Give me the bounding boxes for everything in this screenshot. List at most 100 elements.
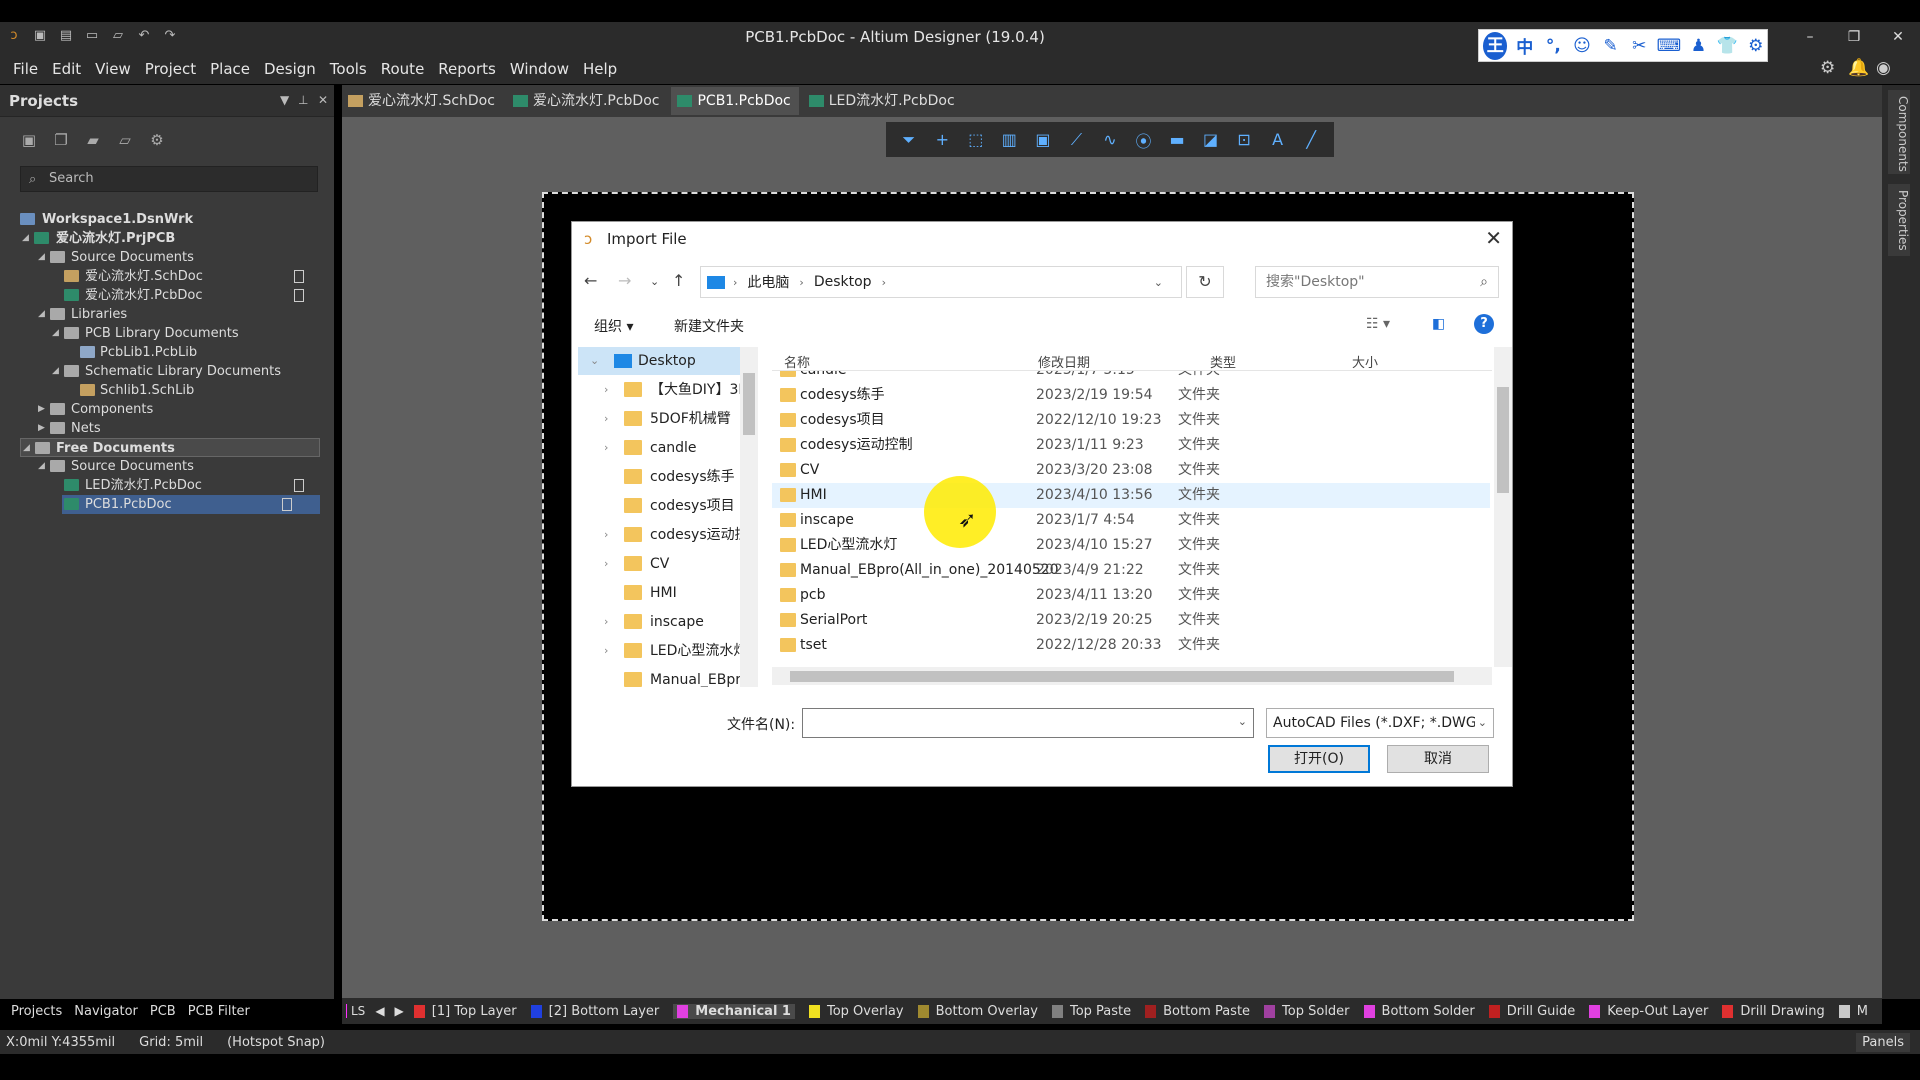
tree-item-source-documents[interactable]: ◢ Source Documents <box>0 248 334 267</box>
components-side-tab[interactable]: Components <box>1888 90 1910 174</box>
current-layer-swatch[interactable] <box>346 1004 347 1018</box>
panels-button[interactable]: Panels <box>1856 1033 1910 1052</box>
nav-item-folder[interactable]: › LED心型流水灯 <box>578 637 758 665</box>
layer-top-paste[interactable]: Top Paste <box>1051 1004 1131 1019</box>
scrollbar-thumb[interactable] <box>1497 387 1509 493</box>
chevron-right-icon[interactable]: › <box>604 434 608 462</box>
properties-side-tab[interactable]: Properties <box>1888 184 1910 256</box>
nav-item-folder[interactable]: Manual_EBpro <box>578 666 758 687</box>
chevron-right-icon[interactable]: › <box>604 376 608 404</box>
column-type[interactable]: 类型 <box>1210 352 1236 371</box>
menu-window[interactable]: Window <box>503 60 576 78</box>
fill-icon[interactable]: ▬ <box>1166 130 1188 149</box>
file-row[interactable]: codesys运动控制 2023/1/11 9:23 文件夹 <box>772 433 1490 458</box>
chevron-right-icon[interactable]: › <box>604 521 608 549</box>
nav-item-folder[interactable]: › CV <box>578 550 758 578</box>
collapse-arrow-icon[interactable]: ◢ <box>23 439 33 458</box>
menu-help[interactable]: Help <box>576 60 624 78</box>
tab-projects[interactable]: Projects <box>5 1004 68 1019</box>
tree-item-schlib[interactable]: Schlib1.SchLib <box>0 381 334 400</box>
tree-item-workspace[interactable]: Workspace1.DsnWrk <box>0 210 334 229</box>
doc-tab-led-pcbdoc[interactable]: LED流水灯.PcbDoc <box>803 87 963 115</box>
file-row[interactable]: CV 2023/3/20 23:08 文件夹 <box>772 458 1490 483</box>
layer-set-button[interactable]: LS <box>351 1004 365 1018</box>
dialog-close-icon[interactable]: ✕ <box>1485 226 1502 250</box>
address-bar[interactable]: › 此电脑 › Desktop › ⌄ <box>700 266 1182 298</box>
nav-item-folder[interactable]: codesys练手 <box>578 463 758 491</box>
nav-pane-scrollbar[interactable] <box>740 347 758 687</box>
line-icon[interactable]: ╱ <box>1300 130 1322 149</box>
folder-icon[interactable]: ▰ <box>84 131 102 149</box>
layer-top-overlay[interactable]: Top Overlay <box>808 1004 904 1019</box>
text-icon[interactable]: A <box>1267 130 1289 149</box>
layer-bottom-overlay[interactable]: Bottom Overlay <box>917 1004 1038 1019</box>
column-date[interactable]: 修改日期 <box>1038 352 1090 371</box>
diff-pair-icon[interactable]: ∿ <box>1099 130 1121 149</box>
copy-icon[interactable]: ❐ <box>52 131 70 149</box>
nav-item-folder[interactable]: › 【大鱼DIY】3D <box>578 376 758 404</box>
nav-item-folder[interactable]: › inscape <box>578 608 758 636</box>
ime-tools-icon[interactable]: ✂ <box>1628 36 1651 56</box>
layer-next-icon[interactable]: ▶ <box>395 1004 404 1018</box>
tree-item-pcb1-pcbdoc[interactable]: PCB1.PcbDoc <box>62 495 320 514</box>
ime-skin-icon[interactable]: 👕 <box>1716 36 1739 56</box>
ime-pen-icon[interactable]: ✎ <box>1599 36 1622 56</box>
breadcrumb-separator-icon[interactable]: › <box>799 276 803 289</box>
file-row[interactable]: SerialPort 2023/2/19 20:25 文件夹 <box>772 608 1490 633</box>
tree-item-components[interactable]: ▶ Components <box>0 400 334 419</box>
file-row[interactable]: inscape 2023/1/7 4:54 文件夹 <box>772 508 1490 533</box>
expand-arrow-icon[interactable]: ▶ <box>38 419 48 438</box>
tab-navigator[interactable]: Navigator <box>68 1004 144 1019</box>
tree-item-led-pcbdoc[interactable]: LED流水灯.PcbDoc <box>0 476 334 495</box>
chevron-right-icon[interactable]: › <box>604 637 608 665</box>
save-project-icon[interactable]: ▣ <box>20 131 38 149</box>
chevron-down-icon[interactable]: ⌄ <box>1238 715 1247 728</box>
open-button[interactable]: 打开(O) <box>1268 745 1370 773</box>
column-size[interactable]: 大小 <box>1352 352 1378 371</box>
notifications-bell-icon[interactable]: 🔔 <box>1848 58 1869 78</box>
column-name[interactable]: 名称 <box>784 352 810 371</box>
collapse-arrow-icon[interactable]: ◢ <box>38 457 48 476</box>
new-folder-button[interactable]: 新建文件夹 <box>674 316 744 336</box>
ime-settings-icon[interactable]: ⚙ <box>1744 36 1767 56</box>
file-row-hmi[interactable]: HMI 2023/4/10 13:56 文件夹 <box>772 483 1490 508</box>
address-dropdown-icon[interactable]: ⌄ <box>1154 276 1163 289</box>
collapse-arrow-icon[interactable]: ◢ <box>22 229 32 248</box>
nav-item-folder[interactable]: › codesys运动控制 <box>578 521 758 549</box>
layer-bottom-solder[interactable]: Bottom Solder <box>1363 1004 1475 1019</box>
scrollbar-thumb[interactable] <box>743 373 755 435</box>
menu-project[interactable]: Project <box>138 60 203 78</box>
collapse-arrow-icon[interactable]: ◢ <box>52 324 62 343</box>
file-list-horizontal-scrollbar[interactable] <box>772 667 1492 685</box>
nav-item-folder[interactable]: HMI <box>578 579 758 607</box>
menu-edit[interactable]: Edit <box>45 60 88 78</box>
ime-emoji-icon[interactable]: ☺ <box>1571 36 1594 56</box>
ime-chinese-toggle[interactable]: 中 <box>1513 33 1536 58</box>
tree-item-libraries[interactable]: ◢ Libraries <box>0 305 334 324</box>
tab-pcb-filter[interactable]: PCB Filter <box>182 1004 256 1019</box>
refresh-button[interactable]: ↻ <box>1186 266 1224 298</box>
via-icon[interactable]: ⦿ <box>1132 128 1154 152</box>
tree-item-free-source-documents[interactable]: ◢ Source Documents <box>0 457 334 476</box>
layer-prev-icon[interactable]: ◀ <box>375 1004 384 1018</box>
crosshair-icon[interactable]: + <box>931 130 953 149</box>
layer-multi-layer[interactable]: M <box>1838 1004 1868 1019</box>
organize-button[interactable]: 组织 ▾ <box>594 316 633 336</box>
help-icon[interactable]: ? <box>1474 314 1494 334</box>
menu-route[interactable]: Route <box>374 60 432 78</box>
tree-item-pcblib[interactable]: PcbLib1.PcbLib <box>0 343 334 362</box>
ime-punct-icon[interactable]: °, <box>1542 36 1565 56</box>
menu-reports[interactable]: Reports <box>431 60 503 78</box>
chevron-down-icon[interactable]: ⌄ <box>1474 709 1487 737</box>
folder-close-icon[interactable]: ▱ <box>116 131 134 149</box>
doc-tab-pcb1[interactable]: PCB1.PcbDoc <box>671 87 799 115</box>
dialog-search-input[interactable]: 搜索"Desktop" ⌕ <box>1255 266 1499 298</box>
layer-top-layer[interactable]: [1] Top Layer <box>413 1004 517 1019</box>
doc-tab-schdoc[interactable]: 爱心流水灯.SchDoc <box>342 87 503 115</box>
tab-pcb[interactable]: PCB <box>144 1004 182 1019</box>
menu-file[interactable]: File <box>6 60 45 78</box>
search-input[interactable]: ⌕ Search <box>20 166 318 192</box>
minimize-button[interactable]: – <box>1788 22 1832 53</box>
tree-item-schematic-library-documents[interactable]: ◢ Schematic Library Documents <box>0 362 334 381</box>
tree-item-pcbdoc[interactable]: 爱心流水灯.PcbDoc <box>0 286 334 305</box>
